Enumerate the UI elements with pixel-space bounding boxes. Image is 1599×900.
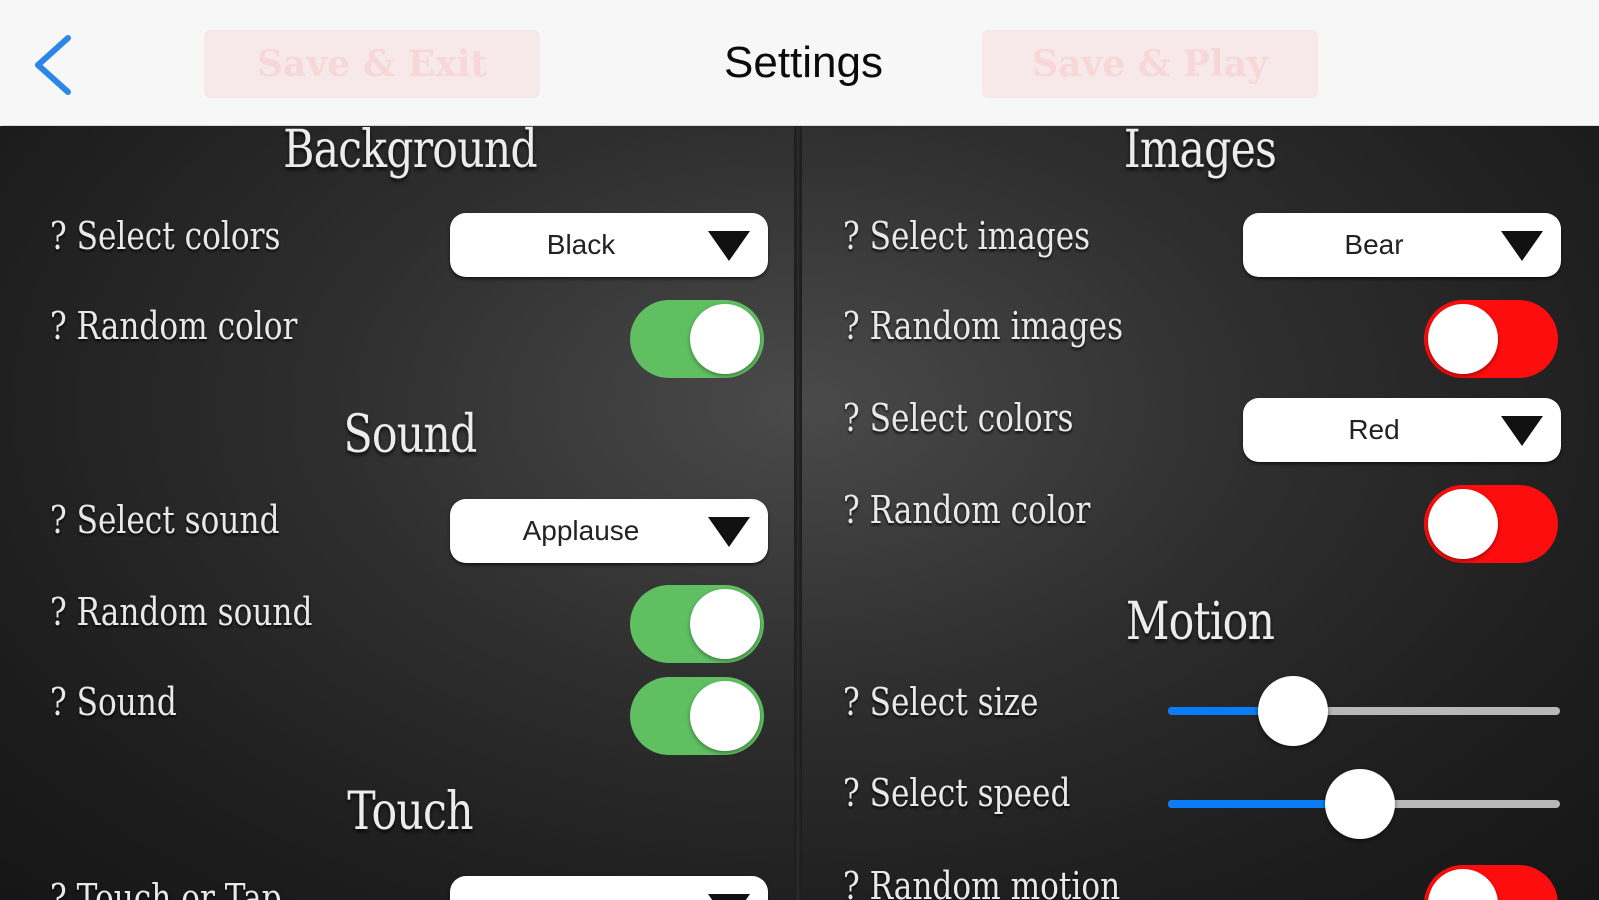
background-select-colors-label: ? Select colors [50, 214, 281, 258]
sound-heading: Sound [343, 405, 477, 465]
slider-thumb[interactable] [1258, 676, 1329, 746]
images-heading: Images [1123, 120, 1277, 180]
random-sound-toggle[interactable] [630, 585, 764, 663]
settings-screen: Save & Exit Settings Save & Play Backgro… [0, 0, 1599, 900]
navigation-bar: Save & Exit Settings Save & Play [0, 0, 1599, 126]
save-play-button[interactable]: Save & Play [982, 30, 1318, 98]
select-sound-label: ? Select sound [50, 498, 280, 542]
slider-thumb[interactable] [1325, 769, 1396, 839]
select-speed-label: ? Select speed [843, 771, 1071, 815]
background-random-color-label: ? Random color [50, 304, 298, 348]
background-random-color-toggle[interactable] [630, 300, 764, 378]
dropdown-value: Applause [522, 515, 640, 546]
images-random-color-toggle[interactable] [1424, 485, 1558, 563]
triangle-down-icon [1501, 416, 1543, 446]
select-size-label: ? Select size [843, 680, 1039, 724]
triangle-down-icon [1501, 231, 1543, 261]
triangle-down-icon [708, 894, 750, 900]
random-images-toggle[interactable] [1424, 300, 1558, 378]
page-title: Settings [724, 38, 883, 87]
random-motion-toggle[interactable] [1424, 865, 1558, 900]
dropdown-value: Black [546, 229, 616, 260]
toggle-knob [690, 681, 760, 751]
sound-dropdown[interactable]: Applause [450, 499, 768, 563]
touch-heading: Touch [347, 782, 473, 842]
speed-slider[interactable] [1168, 769, 1560, 839]
toggle-knob [1428, 304, 1498, 374]
select-images-label: ? Select images [843, 214, 1091, 258]
motion-heading: Motion [1125, 592, 1275, 652]
touch-or-tap-label: ? Touch or Tap [50, 876, 282, 900]
images-dropdown[interactable]: Bear [1243, 213, 1561, 277]
toggle-knob [690, 304, 760, 374]
images-select-colors-label: ? Select colors [843, 396, 1074, 440]
size-slider[interactable] [1168, 676, 1560, 746]
background-heading: Background [283, 120, 538, 180]
sound-toggle[interactable] [630, 677, 764, 755]
touch-dropdown[interactable] [450, 876, 768, 900]
column-divider [794, 126, 802, 900]
triangle-down-icon [708, 231, 750, 261]
random-motion-label: ? Random motion [843, 864, 1121, 900]
images-color-dropdown[interactable]: Red [1243, 398, 1561, 462]
dropdown-value: Red [1348, 414, 1400, 445]
sound-label: ? Sound [50, 680, 177, 724]
triangle-down-icon [708, 517, 750, 547]
random-images-label: ? Random images [843, 304, 1124, 348]
background-color-dropdown[interactable]: Black [450, 213, 768, 277]
toggle-knob [1428, 489, 1498, 559]
images-random-color-label: ? Random color [843, 488, 1091, 532]
dropdown-value: Bear [1344, 229, 1404, 260]
toggle-knob [690, 589, 760, 659]
toggle-knob [1428, 869, 1498, 900]
random-sound-label: ? Random sound [50, 590, 313, 634]
